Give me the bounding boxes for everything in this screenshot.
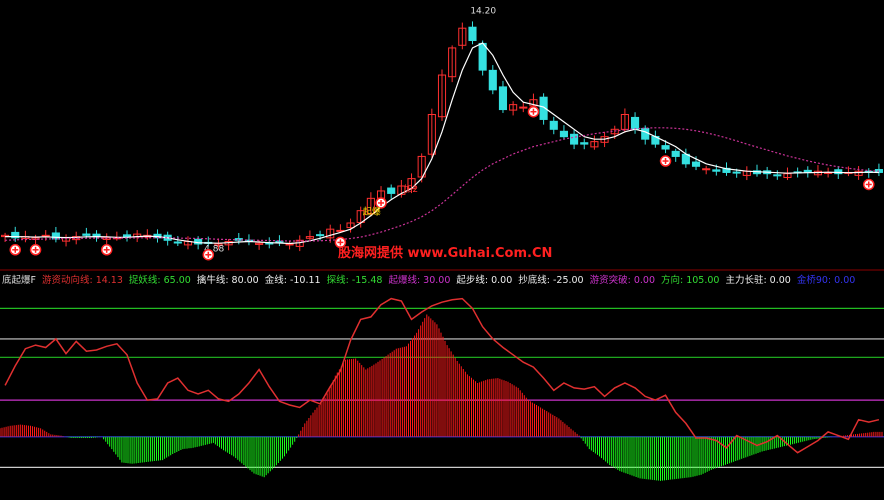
stock-chart-window: 14.20 4.88 起爆 加2 股海网提供 www.Guhai.Com.CN 底起爆F… bbox=[0, 0, 884, 500]
annotation-label: 加2 bbox=[403, 184, 418, 195]
candle-body bbox=[82, 233, 91, 236]
candle-body bbox=[549, 120, 558, 130]
legend-item: 金桥90: 0.00 bbox=[796, 275, 856, 286]
candle-body bbox=[570, 133, 579, 145]
legend-item: 底起爆F bbox=[2, 275, 36, 286]
candle-body bbox=[641, 127, 650, 140]
candle-body bbox=[661, 145, 670, 150]
legend-item: 擒牛线: 80.00 bbox=[196, 275, 259, 286]
candle-body bbox=[316, 234, 325, 237]
legend-item: 起爆线: 30.00 bbox=[388, 275, 451, 286]
legend-item: 抄底线: -25.00 bbox=[518, 275, 584, 286]
candle-body bbox=[285, 243, 294, 246]
candle-body bbox=[387, 187, 396, 194]
legend-item: 主力长驻: 0.00 bbox=[725, 275, 791, 286]
legend-item: 游资动向线: 14.13 bbox=[41, 275, 123, 286]
candle-body bbox=[478, 42, 487, 71]
candle-body bbox=[173, 241, 182, 244]
candle-body bbox=[498, 86, 508, 111]
candle-body bbox=[519, 106, 528, 109]
candle-body bbox=[631, 116, 640, 130]
candle-body bbox=[671, 150, 680, 157]
candle-body bbox=[773, 174, 782, 177]
legend-item: 探线: -15.48 bbox=[326, 275, 383, 286]
watermark-text: 股海网提供 www.Guhai.Com.CN bbox=[338, 245, 552, 261]
candle-body bbox=[468, 26, 477, 42]
candle-body bbox=[559, 130, 568, 138]
candle-body bbox=[580, 142, 589, 145]
legend-item: 金线: -10.11 bbox=[264, 275, 321, 286]
candle-body bbox=[712, 169, 721, 172]
candle-body bbox=[122, 234, 132, 238]
legend-item: 捉妖线: 65.00 bbox=[128, 275, 191, 286]
legend-item: 游资突破: 0.00 bbox=[589, 275, 655, 286]
candle-body bbox=[702, 168, 711, 171]
legend-item: 方向: 105.00 bbox=[660, 275, 720, 286]
candle-body bbox=[691, 161, 701, 167]
annotation-label: 起爆 bbox=[363, 206, 381, 218]
candle-body bbox=[488, 69, 497, 91]
hot-money-line bbox=[4, 297, 880, 454]
candle-body bbox=[732, 171, 741, 174]
legend-item: 起步线: 0.00 bbox=[456, 275, 513, 286]
high-price-label: 14.20 bbox=[470, 6, 496, 16]
chart-canvas[interactable]: 14.204.88起爆加2股海网提供 www.Guhai.Com.CN bbox=[0, 0, 884, 500]
ma-long-line bbox=[5, 127, 879, 242]
